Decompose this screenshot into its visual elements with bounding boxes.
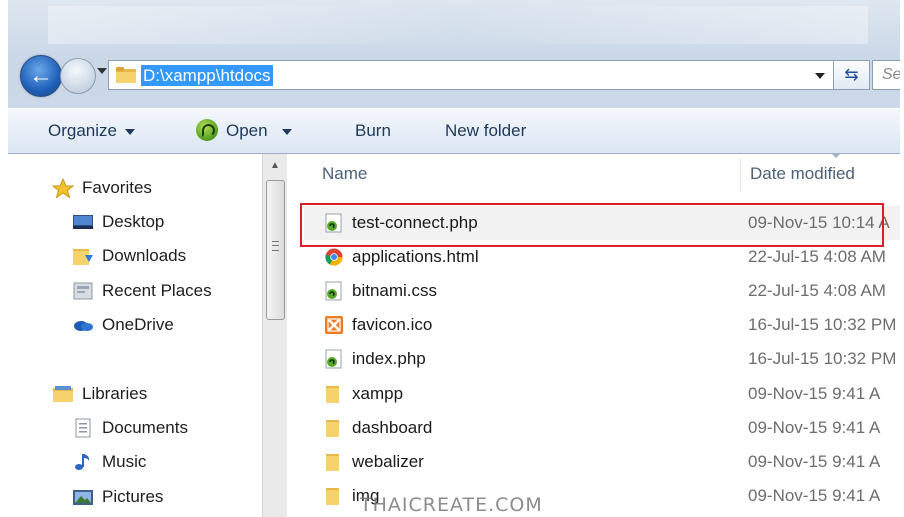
nav-item-label: OneDrive	[102, 315, 174, 334]
sort-indicator-icon	[832, 154, 840, 158]
chrome-html-icon	[325, 248, 343, 266]
explorer-window: ← → D:\xampp\htdocs ⇆ Sea Organize Open	[8, 0, 900, 517]
nav-item-label: Music	[102, 452, 147, 471]
nav-item-label: Recent Places	[102, 281, 212, 300]
burn-label: Burn	[355, 121, 391, 140]
forward-button[interactable]: →	[60, 58, 96, 94]
onedrive-cloud-icon	[74, 321, 93, 331]
file-date: 09-Nov-15 9:41 A	[748, 384, 881, 403]
burn-button[interactable]: Burn	[355, 109, 391, 153]
watermark-text: THAICREATE.COM	[360, 494, 543, 516]
php-file-icon	[325, 349, 342, 369]
scroll-up-arrow-icon[interactable]: ▲	[263, 154, 287, 178]
recent-locations-dropdown-icon[interactable]	[97, 68, 107, 74]
file-row-dashboard[interactable]: dashboard 09-Nov-15 9:41 A	[304, 411, 900, 445]
annotation-highlight-box	[300, 203, 884, 247]
file-name: favicon.ico	[352, 315, 433, 334]
star-icon	[52, 178, 74, 198]
file-date: 22-Jul-15 4:08 AM	[748, 281, 886, 300]
scrollbar-thumb[interactable]	[266, 180, 285, 320]
libraries-icon	[53, 386, 73, 402]
file-date: 09-Nov-15 9:41 A	[748, 486, 881, 505]
folder-icon	[326, 420, 339, 437]
file-date: 22-Jul-15 4:08 AM	[748, 247, 886, 266]
title-address-area: ← → D:\xampp\htdocs ⇆ Sea	[8, 0, 900, 108]
column-header-date-modified[interactable]: Date modified	[750, 164, 855, 184]
file-name: bitnami.css	[352, 281, 438, 300]
back-button[interactable]: ←	[20, 55, 62, 97]
file-name: applications.html	[352, 247, 479, 266]
scrollbar-grip-icon	[272, 241, 279, 251]
file-date: 16-Jul-15 10:32 PM	[748, 349, 897, 368]
address-bar[interactable]: D:\xampp\htdocs	[108, 60, 834, 90]
folder-icon	[326, 488, 339, 505]
xampp-ico-icon	[325, 316, 343, 334]
music-note-icon	[75, 454, 90, 470]
open-label: Open	[226, 121, 268, 140]
column-header-name[interactable]: Name	[322, 164, 367, 184]
file-name: xampp	[352, 384, 404, 403]
file-row-index-php[interactable]: index.php 16-Jul-15 10:32 PM	[304, 342, 900, 376]
file-date: 09-Nov-15 9:41 A	[748, 452, 881, 471]
back-arrow-icon: ←	[29, 62, 53, 89]
nav-item-label: Pictures	[102, 487, 164, 506]
new-folder-label: New folder	[445, 121, 527, 140]
folder-icon	[116, 67, 136, 83]
downloads-folder-icon	[73, 249, 93, 265]
documents-icon	[75, 418, 91, 438]
file-row-xampp[interactable]: xampp 09-Nov-15 9:41 A	[304, 377, 900, 411]
recent-places-icon	[73, 282, 93, 300]
open-button[interactable]: Open	[196, 109, 292, 153]
file-date: 16-Jul-15 10:32 PM	[748, 315, 897, 334]
nav-scrollbar[interactable]: ▲	[262, 154, 287, 517]
window-chrome-background	[48, 6, 868, 44]
chevron-down-icon	[124, 128, 135, 135]
refresh-button[interactable]: ⇆	[834, 60, 870, 90]
new-folder-button[interactable]: New folder	[445, 109, 526, 153]
nav-item-label: Favorites	[82, 178, 152, 197]
file-date: 09-Nov-15 9:41 A	[748, 418, 881, 437]
nav-item-label: Libraries	[82, 384, 148, 403]
css-file-icon	[325, 281, 342, 301]
navigation-pane: Favorites Desktop Downloads Recent Place…	[8, 154, 290, 517]
command-toolbar: Organize Open Burn New folder	[8, 108, 900, 154]
file-row-webalizer[interactable]: webalizer 09-Nov-15 9:41 A	[304, 445, 900, 479]
file-row-favicon[interactable]: favicon.ico 16-Jul-15 10:32 PM	[304, 308, 900, 342]
pictures-icon	[73, 490, 93, 505]
file-name: webalizer	[352, 452, 424, 471]
folder-icon	[326, 454, 339, 471]
nav-item-label: Desktop	[102, 212, 165, 231]
nav-item-label: Documents	[102, 418, 188, 437]
search-placeholder: Sea	[882, 66, 900, 83]
file-name: dashboard	[352, 418, 433, 437]
organize-button[interactable]: Organize	[48, 109, 135, 153]
file-row-bitnami-css[interactable]: bitnami.css 22-Jul-15 4:08 AM	[304, 274, 900, 308]
open-with-app-icon	[196, 118, 218, 141]
desktop-icon	[73, 215, 93, 229]
chevron-down-icon	[281, 128, 292, 135]
address-path-text[interactable]: D:\xampp\htdocs	[141, 65, 273, 86]
folder-icon	[326, 386, 339, 403]
address-dropdown-icon[interactable]	[815, 73, 825, 79]
organize-label: Organize	[48, 121, 117, 140]
file-name: index.php	[352, 349, 426, 368]
search-input[interactable]: Sea	[872, 60, 900, 90]
refresh-icon: ⇆	[844, 65, 859, 84]
column-divider[interactable]	[740, 158, 741, 192]
forward-arrow-icon: →	[66, 62, 90, 89]
nav-item-label: Downloads	[102, 246, 187, 265]
